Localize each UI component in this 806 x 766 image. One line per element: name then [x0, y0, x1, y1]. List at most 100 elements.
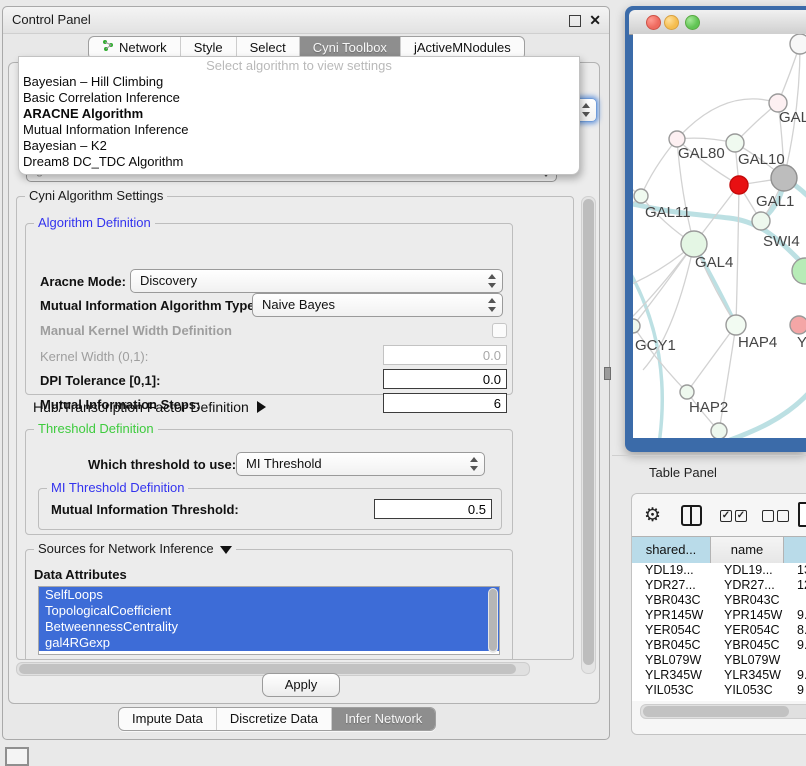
table-row[interactable]: YLR345WYLR345W9. — [632, 668, 806, 683]
node-salmon[interactable] — [790, 316, 806, 334]
network-window-titlebar[interactable] — [629, 10, 806, 35]
table-row[interactable]: YBL079WYBL079W — [632, 653, 806, 668]
minimized-panel-icon[interactable] — [5, 747, 29, 766]
collapse-down-icon[interactable] — [220, 546, 232, 554]
algorithm-menu-item[interactable]: Basic Correlation Inference — [19, 90, 579, 106]
table-cell: YBR043C — [711, 593, 784, 608]
node-gal10[interactable] — [726, 134, 744, 152]
node-gray[interactable] — [771, 165, 797, 191]
algorithm-menu-item[interactable]: Bayesian – Hill Climbing — [19, 74, 579, 90]
table-cell: YBR045C — [711, 638, 784, 653]
aracne-mode-combo[interactable]: Discovery — [130, 269, 503, 293]
bottom-tab-discretize-data[interactable]: Discretize Data — [216, 708, 331, 730]
hub-transcription-section[interactable]: Hub/Transcription Factor Definition — [33, 399, 266, 415]
mi-threshold-input[interactable] — [374, 499, 492, 519]
select-all-checkbox-icon[interactable]: ✓ — [720, 510, 732, 522]
table-row[interactable]: YER054CYER054C8. — [632, 623, 806, 638]
table-cell: YLR345W — [632, 668, 711, 683]
bottom-tab-infer-network[interactable]: Infer Network — [331, 708, 435, 730]
table-row[interactable]: YIL053CYIL053C9 — [632, 683, 806, 698]
kernel-width-input[interactable] — [383, 345, 507, 365]
sources-title[interactable]: Sources for Network Inference — [34, 541, 236, 556]
table-cell — [784, 653, 806, 668]
node-gal1-label: GAL1 — [756, 193, 794, 210]
table-cell: YBR043C — [632, 593, 711, 608]
column-header-name[interactable]: name — [711, 537, 784, 564]
show-columns-icon[interactable] — [681, 505, 702, 526]
bottom-tab-bar: Impute Data Discretize Data Infer Network — [118, 707, 436, 731]
expand-right-icon[interactable] — [257, 401, 266, 413]
apply-button[interactable]: Apply — [262, 673, 340, 697]
node-partial-bottom[interactable] — [711, 423, 727, 438]
data-attribute-item[interactable]: SelfLoops — [39, 587, 499, 603]
network-canvas[interactable]: GALGAL80GAL10GAL1GAL11SWI4GAL4GCY1HAP4YH… — [633, 34, 806, 438]
close-panel-icon[interactable]: ✕ — [589, 12, 601, 29]
zoom-window-icon[interactable] — [685, 15, 700, 30]
algorithm-menu-item[interactable]: Dream8 DC_TDC Algorithm — [19, 154, 579, 170]
close-window-icon[interactable] — [646, 15, 661, 30]
tab-label: Impute Data — [132, 708, 203, 730]
table-row[interactable]: YPR145WYPR145W9. — [632, 608, 806, 623]
table-cell: YDR27... — [711, 578, 784, 593]
table-horizontal-scrollbar[interactable] — [640, 704, 806, 719]
deselect-all-checkbox-icon[interactable] — [777, 510, 789, 522]
vscroll-thumb[interactable] — [583, 199, 594, 665]
kernel-width-label: Kernel Width (0,1): — [40, 349, 148, 364]
table-cell: 9. — [784, 638, 806, 653]
table-hscroll-thumb[interactable] — [643, 706, 789, 717]
tab-label: Infer Network — [345, 708, 422, 730]
data-attribute-item[interactable]: TopologicalCoefficient — [39, 603, 499, 619]
algorithm-menu-item[interactable]: Bayesian – K2 — [19, 138, 579, 154]
table-row[interactable]: YDR27...YDR27...12 — [632, 578, 806, 593]
algorithm-menu-items: Bayesian – Hill ClimbingBasic Correlatio… — [19, 74, 579, 170]
minimize-window-icon[interactable] — [664, 15, 679, 30]
column-header-shared...[interactable]: shared... — [632, 537, 711, 564]
data-attribute-item[interactable]: gal4RGexp — [39, 635, 499, 651]
table-cell: 12 — [784, 578, 806, 593]
table-row[interactable]: YDL19...YDL19...13 — [632, 563, 806, 578]
deselect-all-checkbox-icon[interactable] — [762, 510, 774, 522]
gear-icon[interactable]: ⚙ — [644, 504, 661, 527]
bottom-tab-impute-data[interactable]: Impute Data — [119, 708, 216, 730]
tab-label: Discretize Data — [230, 708, 318, 730]
dpi-tolerance-input[interactable] — [383, 369, 507, 389]
table-cell: YDL19... — [711, 563, 784, 578]
node-gcy1[interactable] — [633, 319, 640, 333]
mi-algorithm-type-label: Mutual Information Algorithm Type: — [40, 298, 259, 313]
data-attribute-item[interactable]: BetweennessCentrality — [39, 619, 499, 635]
table-toolbar: ⚙ ✓ ✓ — [632, 494, 806, 536]
data-attributes-list[interactable]: SelfLoopsTopologicalCoefficientBetweenne… — [38, 586, 500, 655]
settings-vertical-scrollbar[interactable] — [581, 196, 596, 674]
which-threshold-combo[interactable]: MI Threshold — [236, 452, 485, 476]
network-graph: GALGAL80GAL10GAL1GAL11SWI4GAL4GCY1HAP4YH… — [633, 34, 806, 438]
mi-steps-input[interactable] — [383, 393, 507, 413]
algorithm-menu-item[interactable]: ARACNE Algorithm — [19, 106, 579, 122]
node-hap4-label: HAP4 — [738, 334, 777, 351]
manual-kernel-width-checkbox[interactable] — [492, 323, 507, 338]
combo-stepper-icon — [469, 456, 478, 472]
node-gcy1-label: GCY1 — [635, 337, 676, 354]
table-row[interactable]: YBR045CYBR045C9. — [632, 638, 806, 653]
node-swi4[interactable] — [752, 212, 770, 230]
mi-algorithm-type-value: Naive Bayes — [262, 297, 335, 312]
panel-splitter-handle[interactable] — [604, 367, 611, 380]
node-partial-top[interactable] — [790, 34, 806, 54]
node-gal1[interactable] — [730, 176, 748, 194]
table-row[interactable]: YBR043CYBR043C — [632, 593, 806, 608]
table-cell: YIL053C — [632, 683, 711, 698]
export-table-icon[interactable] — [798, 502, 806, 527]
node-hap2[interactable] — [680, 385, 694, 399]
float-panel-icon[interactable] — [569, 15, 581, 27]
node-gal11[interactable] — [634, 189, 648, 203]
algorithm-menu-item[interactable]: Mutual Information Inference — [19, 122, 579, 138]
node-green-right[interactable] — [792, 258, 806, 284]
node-hap4[interactable] — [726, 315, 746, 335]
table-cell: YBR045C — [632, 638, 711, 653]
control-panel-titlebar[interactable]: Control Panel ✕ — [3, 7, 609, 34]
list-scrollbar-thumb[interactable] — [489, 589, 497, 651]
list-scrollbar[interactable] — [488, 588, 498, 653]
table-cell: YPR145W — [711, 608, 784, 623]
mi-algorithm-type-combo[interactable]: Naive Bayes — [252, 293, 503, 317]
column-header-extra[interactable] — [784, 537, 806, 564]
select-all-checkbox-icon[interactable]: ✓ — [735, 510, 747, 522]
